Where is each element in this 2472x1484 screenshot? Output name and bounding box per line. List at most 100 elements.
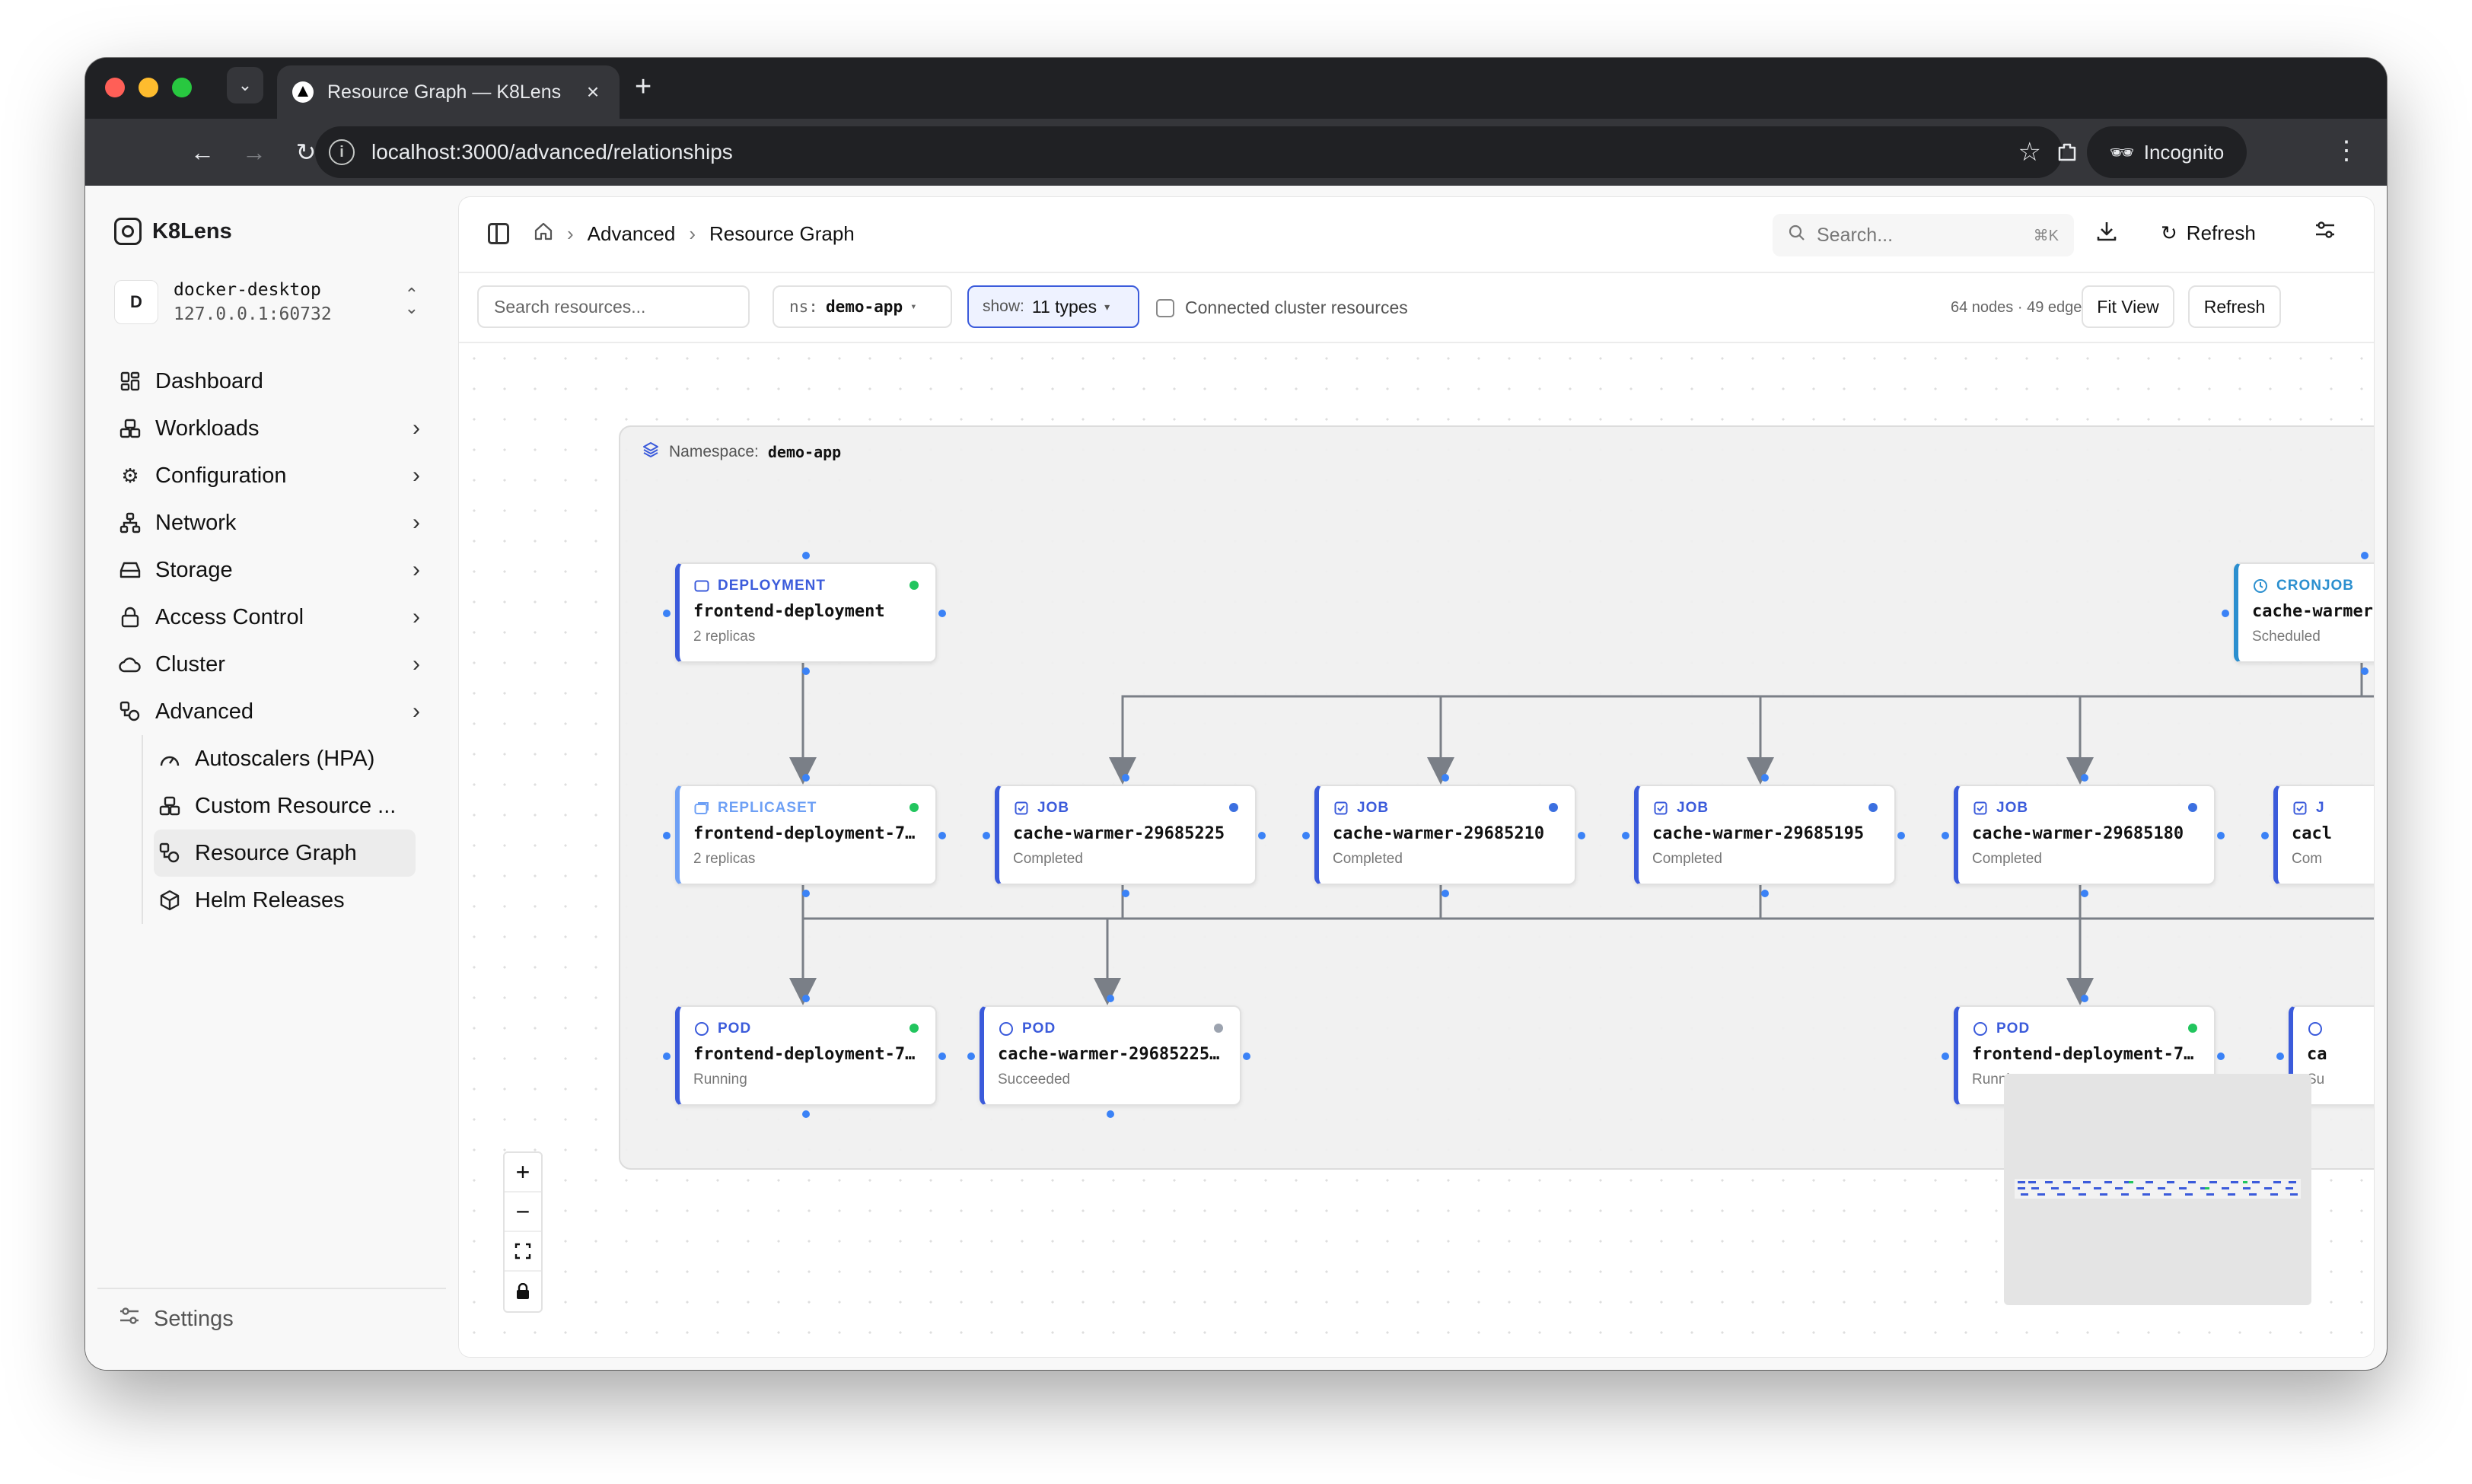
bookmark-star-icon[interactable]: ☆ — [2018, 137, 2041, 167]
node-handle-right[interactable] — [1897, 832, 1905, 839]
sidebar-item-network[interactable]: Network › — [114, 499, 449, 546]
node-handle-left[interactable] — [1302, 832, 1310, 839]
connected-resources-toggle[interactable]: Connected cluster resources — [1156, 298, 1408, 318]
node-handle-bottom[interactable] — [1122, 890, 1129, 897]
tab-close-icon[interactable]: × — [581, 80, 604, 104]
site-info-icon[interactable]: i — [329, 139, 355, 165]
global-search[interactable]: Search... ⌘K — [1773, 214, 2074, 256]
node-handle-bottom[interactable] — [1761, 890, 1769, 897]
node-handle-top[interactable] — [802, 774, 810, 782]
sidebar-item-helm-releases[interactable]: Helm Releases — [154, 877, 449, 924]
node-pod[interactable]: POD frontend-deployment-7… Running — [663, 995, 946, 1118]
zoom-out-button[interactable]: − — [505, 1193, 541, 1232]
node-handle-top[interactable] — [2081, 774, 2088, 782]
node-handle-bottom[interactable] — [1441, 890, 1449, 897]
incognito-badge[interactable]: 🕶 Incognito — [2087, 126, 2247, 178]
node-handle-left[interactable] — [1942, 1052, 1949, 1060]
brand[interactable]: K8Lens — [114, 218, 232, 245]
forward-icon[interactable]: → — [237, 135, 271, 169]
resource-search-input[interactable]: Search resources... — [477, 285, 750, 328]
sidebar-item-resource-graph[interactable]: Resource Graph — [154, 830, 416, 877]
node-handle-top[interactable] — [1122, 774, 1129, 782]
sidebar-item-access-control[interactable]: Access Control › — [114, 594, 449, 641]
graph-canvas[interactable]: Namespace: demo-app DEPLOYMENT frontend-… — [459, 343, 2374, 1357]
node-handle-left[interactable] — [983, 832, 990, 839]
sidebar-item-storage[interactable]: Storage › — [114, 546, 449, 594]
node-cronjob[interactable]: CRONJOB cache-warmer Scheduled — [2222, 552, 2374, 675]
node-handle-right[interactable] — [938, 1052, 946, 1060]
node-job[interactable]: JOB cache-warmer-29685210 Completed — [1302, 774, 1585, 897]
node-handle-bottom[interactable] — [2081, 890, 2088, 897]
sidebar-item-dashboard[interactable]: Dashboard — [114, 358, 449, 405]
node-handle-bottom[interactable] — [802, 667, 810, 675]
node-handle-top[interactable] — [2081, 995, 2088, 1002]
sidebar-item-workloads[interactable]: Workloads › — [114, 405, 449, 452]
extensions-icon[interactable] — [2050, 135, 2084, 169]
node-handle-top[interactable] — [1107, 995, 1114, 1002]
node-handle-left[interactable] — [2222, 610, 2229, 617]
node-handle-top[interactable] — [1761, 774, 1769, 782]
node-handle-left[interactable] — [1942, 832, 1949, 839]
new-tab-button[interactable]: + — [635, 72, 651, 102]
types-filter[interactable]: show: 11 types ▾ — [967, 285, 1139, 328]
node-handle-right[interactable] — [1578, 832, 1585, 839]
close-window-button[interactable] — [105, 78, 125, 97]
sidebar-item-advanced[interactable]: Advanced › — [114, 688, 449, 735]
download-icon[interactable] — [2095, 220, 2118, 249]
breadcrumb-advanced[interactable]: Advanced — [588, 222, 676, 246]
node-job[interactable]: JOB cache-warmer-29685195 Completed — [1622, 774, 1905, 897]
settings-link[interactable]: Settings — [119, 1306, 234, 1332]
fit-view-button[interactable]: Fit View — [2082, 285, 2174, 328]
node-replicaset[interactable]: REPLICASET frontend-deployment-7… 2 repl… — [663, 774, 946, 897]
node-deployment[interactable]: DEPLOYMENT frontend-deployment 2 replica… — [663, 552, 946, 675]
node-handle-left[interactable] — [967, 1052, 975, 1060]
url-text[interactable]: localhost:3000/advanced/relationships — [371, 140, 2018, 164]
minimize-window-button[interactable] — [139, 78, 158, 97]
address-bar[interactable]: i localhost:3000/advanced/relationships … — [315, 126, 2063, 178]
node-handle-bottom[interactable] — [802, 1110, 810, 1118]
toggle-sidebar-icon[interactable] — [488, 223, 509, 244]
maximize-window-button[interactable] — [172, 78, 192, 97]
graph-refresh-button[interactable]: Refresh — [2188, 285, 2281, 328]
node-handle-top[interactable] — [802, 552, 810, 559]
header-refresh-button[interactable]: ↻ Refresh — [2161, 221, 2256, 245]
settings-sliders-icon[interactable] — [2314, 220, 2336, 246]
node-handle-left[interactable] — [2276, 1052, 2284, 1060]
sidebar-item-configuration[interactable]: ⚙ Configuration › — [114, 452, 449, 499]
node-handle-left[interactable] — [663, 1052, 671, 1060]
node-handle-bottom[interactable] — [802, 890, 810, 897]
node-handle-left[interactable] — [663, 832, 671, 839]
node-job-partial[interactable]: J cacl Com — [2261, 785, 2374, 885]
node-handle-right[interactable] — [1243, 1052, 1250, 1060]
node-job[interactable]: JOB cache-warmer-29685180 Completed — [1942, 774, 2225, 897]
home-icon[interactable] — [534, 221, 553, 247]
node-handle-right[interactable] — [1258, 832, 1266, 839]
tab-search-button[interactable]: ⌄ — [227, 67, 263, 103]
minimap[interactable] — [2004, 1074, 2311, 1305]
node-handle-left[interactable] — [2261, 832, 2269, 839]
node-handle-left[interactable] — [663, 610, 671, 617]
sidebar-item-autoscalers[interactable]: Autoscalers (HPA) — [154, 735, 449, 782]
node-job[interactable]: JOB cache-warmer-29685225 Completed — [983, 774, 1266, 897]
node-handle-right[interactable] — [2217, 832, 2225, 839]
node-handle-top[interactable] — [2361, 552, 2368, 559]
node-handle-right[interactable] — [938, 610, 946, 617]
namespace-select[interactable]: ns: demo-app ▾ — [772, 285, 952, 328]
fit-view-icon[interactable] — [505, 1232, 541, 1272]
connected-resources-checkbox[interactable] — [1156, 298, 1174, 317]
cluster-switcher[interactable]: D docker-desktop 127.0.0.1:60732 ⌃ ⌄ — [114, 268, 446, 336]
browser-tab[interactable]: Resource Graph — K8Lens × — [277, 65, 620, 119]
lock-icon[interactable] — [505, 1272, 541, 1311]
node-handle-right[interactable] — [2217, 1052, 2225, 1060]
zoom-in-button[interactable]: + — [505, 1153, 541, 1193]
node-handle-bottom[interactable] — [2361, 667, 2368, 675]
node-handle-top[interactable] — [802, 995, 810, 1002]
node-handle-right[interactable] — [938, 832, 946, 839]
node-pod[interactable]: POD cache-warmer-29685225… Succeeded — [967, 995, 1250, 1118]
sidebar-item-cluster[interactable]: Cluster › — [114, 641, 449, 688]
sidebar-item-custom-resources[interactable]: Custom Resource ... — [154, 782, 449, 830]
node-handle-top[interactable] — [1441, 774, 1449, 782]
node-handle-left[interactable] — [1622, 832, 1629, 839]
browser-menu-icon[interactable]: ⋮ — [2333, 135, 2359, 166]
back-icon[interactable]: ← — [186, 135, 219, 169]
